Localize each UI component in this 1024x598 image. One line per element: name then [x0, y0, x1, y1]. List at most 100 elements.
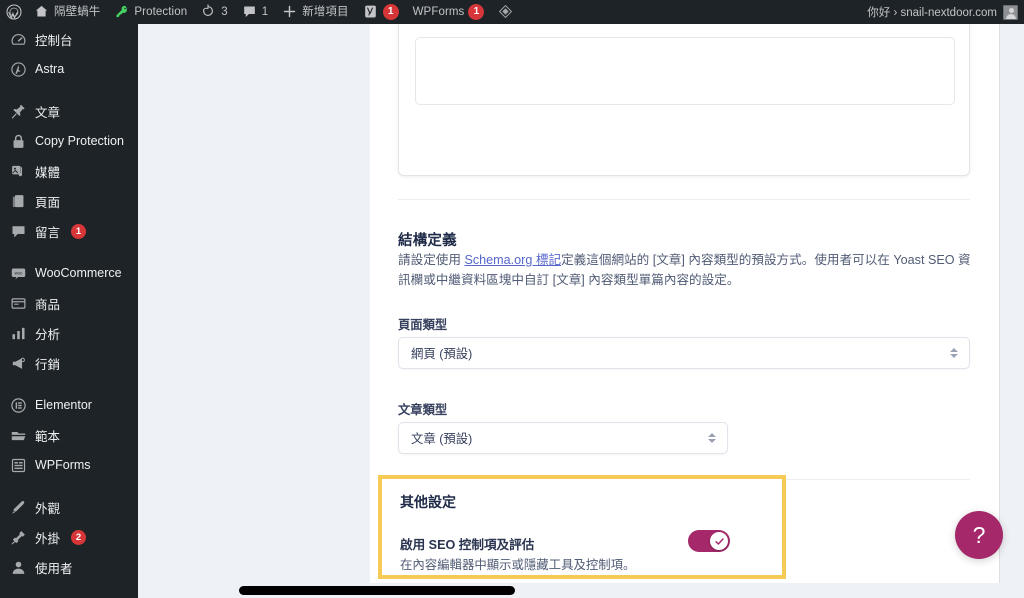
comment-icon: [9, 222, 27, 240]
adminbar-wpforms[interactable]: WPForms 1: [406, 0, 492, 24]
sidebar-item-wpforms-label: WPForms: [35, 458, 91, 472]
analytics-icon: [9, 324, 27, 342]
sidebar-item-marketing-label: 行銷: [35, 357, 61, 372]
sidebar-item-elementor-label: Elementor: [35, 398, 92, 412]
adminbar-new-item-label: 新增項目: [302, 6, 349, 18]
seo-controls-toggle-description: 在內容編輯器中顯示或隱藏工具及控制項。: [400, 558, 636, 572]
horizontal-scrollbar-thumb[interactable]: [239, 586, 515, 595]
comment-bubble-icon: [242, 4, 258, 20]
adminbar-yoast-seo[interactable]: 1: [356, 0, 406, 24]
adminbar-account-menu[interactable]: 你好 › snail-nextdoor.com: [867, 4, 1024, 20]
panel-right-divider: [999, 24, 1000, 598]
adminbar-site-name[interactable]: 隔壁蝸牛: [27, 0, 107, 24]
schema-section-title: 結構定義: [398, 233, 457, 249]
sidebar-item-products-label: 商品: [35, 297, 61, 312]
adminbar-diamond[interactable]: [491, 0, 521, 24]
sidebar-plugins-badge: 2: [71, 529, 87, 545]
adminbar-wpforms-label: WPForms: [412, 6, 465, 18]
admin-sidebar-menu[interactable]: 控制台 Astra 文章 Copy Protection 媒體 頁面 留言 1 …: [0, 24, 138, 598]
other-settings-title: 其他設定: [400, 494, 456, 510]
toggle-knob: [710, 532, 728, 550]
sidebar-item-users[interactable]: 使用者: [0, 552, 138, 582]
users-icon: [9, 558, 27, 576]
sidebar-item-templates[interactable]: 範本: [0, 420, 138, 450]
sidebar-separator-3: [0, 378, 138, 390]
adminbar-updates[interactable]: 3: [194, 0, 235, 24]
sidebar-item-copy-protection[interactable]: Copy Protection: [0, 126, 138, 156]
sidebar-item-plugins[interactable]: 外掛 2: [0, 522, 138, 552]
elementor-icon: [9, 396, 27, 414]
help-button[interactable]: ?: [955, 511, 1003, 559]
sidebar-item-pages[interactable]: 頁面: [0, 186, 138, 216]
marketing-icon: [9, 354, 27, 372]
sidebar-item-appearance[interactable]: 外觀: [0, 492, 138, 522]
diamond-icon: [498, 4, 514, 20]
adminbar-yoast-badge: 1: [382, 4, 399, 20]
meta-description-card: 插入變數: [398, 24, 970, 176]
shield-key-icon: [114, 4, 130, 20]
product-icon: [9, 294, 27, 312]
sidebar-item-astra-label: Astra: [35, 62, 65, 76]
sidebar-item-woocommerce[interactable]: woo WooCommerce: [0, 258, 138, 288]
sidebar-item-dashboard[interactable]: 控制台: [0, 24, 138, 54]
adminbar-new-item[interactable]: 新增項目: [275, 0, 355, 24]
sidebar-item-pages-label: 頁面: [35, 195, 61, 210]
pin-icon: [9, 102, 27, 120]
page-type-value: 網頁 (預設): [411, 347, 473, 361]
adminbar-howdy-label: 你好 › snail-nextdoor.com: [867, 7, 997, 19]
sidebar-item-astra[interactable]: Astra: [0, 54, 138, 84]
lock-icon: [9, 132, 27, 150]
adminbar-updates-count: 3: [221, 6, 228, 18]
wpforms-icon: [9, 456, 27, 474]
page-type-label: 頁面類型: [398, 318, 448, 332]
sidebar-item-wpforms[interactable]: WPForms: [0, 450, 138, 480]
sidebar-item-appearance-label: 外觀: [35, 501, 61, 516]
right-gutter: [1000, 24, 1024, 598]
content-area: 插入變數 結構定義 請設定使用 Schema.org 標記定義這個網站的 [文章…: [138, 24, 1024, 598]
sidebar-item-marketing[interactable]: 行銷: [0, 348, 138, 378]
sidebar-item-analytics-label: 分析: [35, 327, 61, 342]
meta-description-textarea[interactable]: [415, 37, 955, 105]
sidebar-item-media[interactable]: 媒體: [0, 156, 138, 186]
divider-top: [398, 199, 970, 200]
sidebar-item-comments[interactable]: 留言 1: [0, 216, 138, 246]
seo-controls-toggle-label: 啟用 SEO 控制項及評估: [400, 538, 535, 552]
sidebar-separator-4: [0, 480, 138, 492]
chevron-updown-icon-2: [707, 430, 717, 446]
chevron-updown-icon: [949, 345, 959, 361]
adminbar-comments-count: 1: [261, 6, 269, 18]
schema-desc-prefix: 請設定使用: [398, 253, 465, 267]
sidebar-item-posts[interactable]: 文章: [0, 96, 138, 126]
yoast-seo-icon: [363, 4, 379, 20]
templates-icon: [9, 426, 27, 444]
adminbar-wordpress-logo[interactable]: [0, 0, 27, 24]
update-refresh-icon: [201, 4, 217, 20]
sidebar-item-dashboard-label: 控制台: [35, 33, 73, 48]
sidebar-item-woocommerce-label: WooCommerce: [35, 266, 122, 280]
svg-text:woo: woo: [14, 270, 22, 275]
woocommerce-icon: woo: [9, 264, 27, 282]
seo-controls-toggle[interactable]: [688, 530, 730, 552]
adminbar-site-name-label: 隔壁蝸牛: [54, 6, 101, 18]
dashboard-icon: [9, 30, 27, 48]
adminbar-protection[interactable]: Protection: [107, 0, 194, 24]
wordpress-logo-icon: [6, 4, 22, 20]
sidebar-separator-1: [0, 84, 138, 96]
sidebar-item-posts-label: 文章: [35, 105, 61, 120]
page-type-select[interactable]: 網頁 (預設): [398, 337, 970, 369]
media-icon: [9, 162, 27, 180]
article-type-select[interactable]: 文章 (預設): [398, 422, 728, 454]
sidebar-item-products[interactable]: 商品: [0, 288, 138, 318]
sidebar-item-elementor[interactable]: Elementor: [0, 390, 138, 420]
sidebar-item-templates-label: 範本: [35, 429, 61, 444]
adminbar-comments[interactable]: 1: [235, 0, 276, 24]
pages-icon: [9, 192, 27, 210]
sidebar-item-media-label: 媒體: [35, 165, 61, 180]
home-icon: [34, 4, 50, 20]
sidebar-separator-2: [0, 246, 138, 258]
other-settings-highlight-box: 其他設定 啟用 SEO 控制項及評估 在內容編輯器中顯示或隱藏工具及控制項。: [378, 475, 786, 579]
sidebar-item-analytics[interactable]: 分析: [0, 318, 138, 348]
schema-section-description: 請設定使用 Schema.org 標記定義這個網站的 [文章] 內容類型的預設方…: [398, 250, 976, 290]
adminbar-protection-label: Protection: [134, 6, 188, 18]
schema-org-link[interactable]: Schema.org 標記: [464, 253, 561, 267]
